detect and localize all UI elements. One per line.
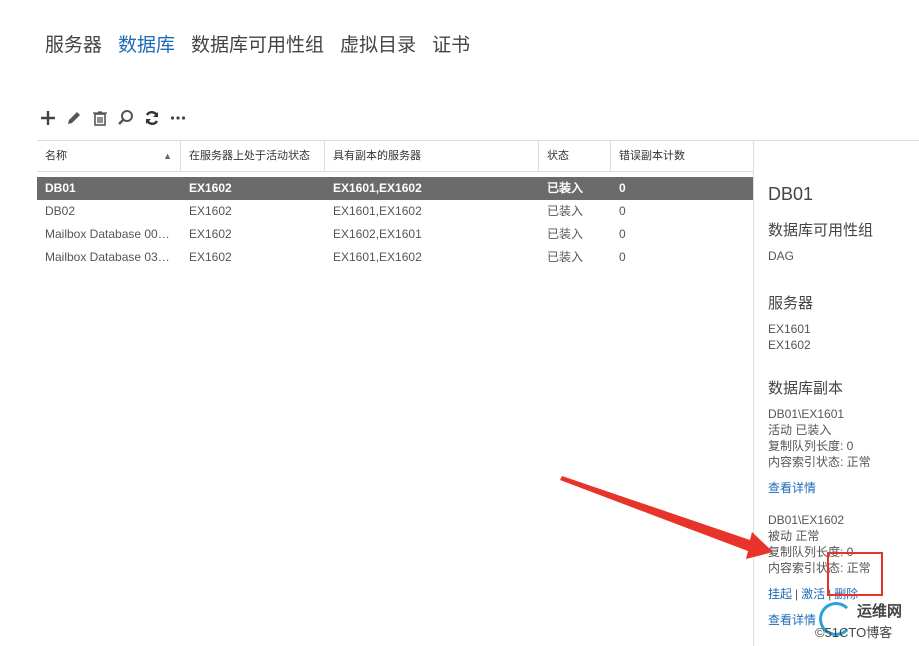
table-row[interactable]: Mailbox Database 009... EX1602 EX1602,EX… — [37, 223, 753, 246]
grid-rows: DB01 EX1602 EX1601,EX1602 已装入 0 DB02 EX1… — [37, 177, 753, 269]
copy1-index: 内容索引状态: 正常 — [768, 455, 871, 469]
nav-databases[interactable]: 数据库 — [118, 30, 175, 57]
column-header-name[interactable]: 名称 ▲ — [37, 141, 181, 171]
column-header-status[interactable]: 状态 — [539, 141, 611, 171]
column-header-servers-with-copies[interactable]: 具有副本的服务器 — [325, 141, 539, 171]
cell-servers: EX1601,EX1602 — [333, 181, 422, 195]
cell-servers: EX1602,EX1601 — [333, 227, 422, 241]
server-item: EX1602 — [768, 338, 811, 352]
watermark-subtext: ©51CTO博客 — [815, 625, 893, 640]
detail-pane-top-border — [753, 140, 919, 141]
copy2-status: 被动 正常 — [768, 529, 820, 543]
table-row[interactable]: Mailbox Database 035... EX1602 EX1601,EX… — [37, 246, 753, 269]
copy1-queue: 复制队列长度: 0 — [768, 439, 854, 453]
servers-heading: 服务器 — [768, 295, 814, 312]
cell-name: DB02 — [45, 204, 76, 218]
toolbar — [38, 108, 188, 128]
action-separator: | — [795, 587, 799, 601]
cell-servers: EX1601,EX1602 — [333, 204, 422, 218]
dag-value: DAG — [768, 249, 795, 263]
cell-active-server: EX1602 — [189, 204, 232, 218]
cell-status: 已装入 — [547, 250, 584, 264]
nav-certificates[interactable]: 证书 — [432, 30, 470, 57]
suspend-link[interactable]: 挂起 — [768, 587, 792, 601]
cell-status: 已装入 — [547, 204, 584, 218]
cell-bad-copy-count: 0 — [619, 227, 626, 241]
cell-bad-copy-count: 0 — [619, 204, 626, 218]
annotation-arrow — [560, 476, 773, 559]
watermark: 运维网 ©51CTO博客 — [815, 598, 919, 646]
delete-icon[interactable] — [90, 108, 110, 128]
cell-status: 已装入 — [547, 181, 584, 195]
edit-icon[interactable] — [64, 108, 84, 128]
copy1-status: 活动 已装入 — [768, 423, 832, 437]
add-icon[interactable] — [38, 108, 58, 128]
watermark-text: 运维网 — [857, 603, 903, 620]
top-navigation: 服务器 数据库 数据库可用性组 虚拟目录 证书 — [45, 30, 470, 57]
cell-name: DB01 — [45, 181, 76, 195]
table-row[interactable]: DB01 EX1602 EX1601,EX1602 已装入 0 — [37, 177, 753, 200]
detail-pane-divider — [753, 140, 754, 646]
cell-active-server: EX1602 — [189, 250, 232, 264]
sort-ascending-icon: ▲ — [163, 151, 172, 161]
cell-active-server: EX1602 — [189, 181, 232, 195]
copy2-index: 内容索引状态: 正常 — [768, 561, 871, 575]
cell-status: 已装入 — [547, 227, 584, 241]
server-item: EX1601 — [768, 322, 811, 336]
database-grid: 名称 ▲ 在服务器上处于活动状态 具有副本的服务器 状态 错误副本计数 DB01 … — [37, 140, 753, 269]
detail-pane: DB01 数据库可用性组 DAG 服务器 EX1601 EX1602 数据库副本… — [768, 184, 918, 628]
column-header-active-server[interactable]: 在服务器上处于活动状态 — [181, 141, 325, 171]
copy2-name: DB01\EX1602 — [768, 513, 845, 527]
nav-servers[interactable]: 服务器 — [45, 30, 102, 57]
copies-heading: 数据库副本 — [768, 380, 844, 397]
copy1-name: DB01\EX1601 — [768, 407, 845, 421]
grid-header: 名称 ▲ 在服务器上处于活动状态 具有副本的服务器 状态 错误副本计数 — [37, 140, 753, 172]
nav-dag[interactable]: 数据库可用性组 — [191, 30, 324, 57]
nav-virtual-directories[interactable]: 虚拟目录 — [340, 30, 416, 57]
cell-name: Mailbox Database 035... — [45, 250, 175, 264]
cell-active-server: EX1602 — [189, 227, 232, 241]
refresh-icon[interactable] — [142, 108, 162, 128]
dag-heading: 数据库可用性组 — [768, 222, 874, 239]
search-icon[interactable] — [116, 108, 136, 128]
detail-title: DB01 — [768, 184, 814, 204]
column-header-bad-copy-count[interactable]: 错误副本计数 — [611, 141, 753, 171]
table-row[interactable]: DB02 EX1602 EX1601,EX1602 已装入 0 — [37, 200, 753, 223]
cell-servers: EX1601,EX1602 — [333, 250, 422, 264]
more-icon[interactable] — [168, 108, 188, 128]
cell-bad-copy-count: 0 — [619, 181, 626, 195]
cell-bad-copy-count: 0 — [619, 250, 626, 264]
copy2-queue: 复制队列长度: 0 — [768, 545, 854, 559]
cell-name: Mailbox Database 009... — [45, 227, 175, 241]
copy1-view-details-link[interactable]: 查看详情 — [768, 480, 918, 496]
